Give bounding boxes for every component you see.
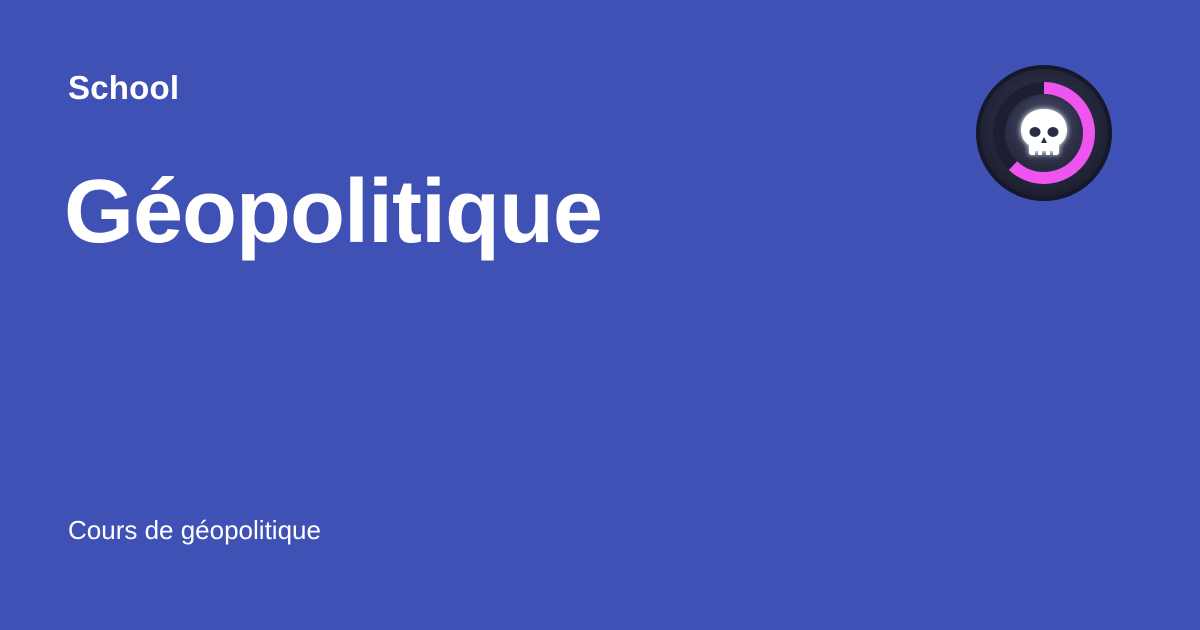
- og-card: School Géopolitique Cours de géopolitiqu…: [0, 0, 1200, 630]
- site-label: School: [68, 69, 180, 106]
- page-title: Géopolitique: [64, 162, 603, 262]
- page-subtitle: Cours de géopolitique: [68, 515, 321, 545]
- progress-badge: [974, 63, 1114, 203]
- progress-badge-graphic: [976, 65, 1112, 201]
